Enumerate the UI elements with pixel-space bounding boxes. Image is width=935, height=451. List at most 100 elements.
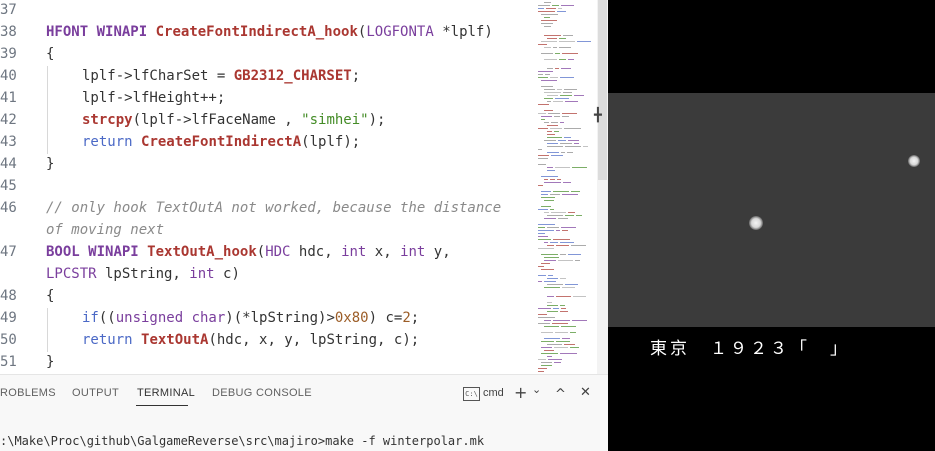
minimap-line bbox=[565, 101, 578, 102]
minimap-line bbox=[554, 131, 559, 132]
minimap-line bbox=[544, 110, 553, 111]
scrollbar-thumb[interactable] bbox=[598, 0, 607, 180]
minimap-line bbox=[552, 5, 559, 6]
minimap-line bbox=[555, 167, 570, 168]
bottom-panel: ROBLEMS OUTPUT TERMINAL DEBUG CONSOLE C:… bbox=[0, 374, 608, 451]
minimap-line bbox=[541, 341, 554, 342]
minimap-line bbox=[541, 80, 557, 81]
minimap-line bbox=[558, 8, 562, 9]
minimap-line bbox=[541, 197, 555, 198]
minimap-line bbox=[547, 344, 562, 345]
minimap-line bbox=[551, 122, 558, 123]
minimap-line bbox=[544, 287, 560, 288]
minimap-line bbox=[541, 119, 545, 120]
minimap-line bbox=[544, 320, 551, 321]
minimap-line bbox=[572, 167, 587, 168]
light-particle bbox=[749, 216, 763, 230]
code-line: LPCSTR lpString, int c) bbox=[46, 266, 240, 282]
tab-output[interactable]: OUTPUT bbox=[72, 387, 119, 399]
minimap[interactable] bbox=[532, 0, 596, 374]
minimap-line bbox=[547, 284, 563, 285]
minimap-line bbox=[558, 140, 566, 141]
minimap-line bbox=[547, 215, 563, 216]
minimap-line bbox=[541, 332, 553, 333]
minimap-line bbox=[574, 143, 579, 144]
tab-terminal[interactable]: TERMINAL bbox=[137, 387, 195, 399]
minimap-line bbox=[547, 170, 555, 171]
minimap-line bbox=[572, 320, 587, 321]
minimap-line bbox=[571, 191, 580, 192]
line-number: 47 bbox=[0, 244, 17, 260]
terminal-icon[interactable]: C:\ bbox=[463, 387, 480, 401]
tab-debug-console[interactable]: DEBUG CONSOLE bbox=[212, 387, 312, 399]
minimap-line bbox=[570, 347, 579, 348]
minimap-line bbox=[548, 359, 562, 360]
minimap-line bbox=[538, 44, 547, 45]
minimap-line bbox=[541, 41, 557, 42]
minimap-line bbox=[568, 59, 574, 60]
minimap-line bbox=[551, 212, 566, 213]
light-particle bbox=[908, 155, 920, 167]
minimap-line bbox=[538, 5, 550, 6]
minimap-line bbox=[544, 122, 549, 123]
minimap-line bbox=[567, 152, 573, 153]
minimap-line bbox=[538, 164, 546, 165]
line-number: 43 bbox=[0, 134, 17, 150]
terminal-output-line[interactable]: :\Make\Proc\github\GalgameReverse\src\ma… bbox=[0, 434, 484, 448]
tab-problems[interactable]: ROBLEMS bbox=[0, 387, 56, 399]
minimap-line bbox=[560, 278, 566, 279]
minimap-line bbox=[544, 338, 560, 339]
minimap-line bbox=[547, 278, 558, 279]
minimap-line bbox=[541, 269, 554, 270]
minimap-line bbox=[556, 296, 571, 297]
maximize-panel-icon[interactable]: ^ bbox=[555, 387, 566, 402]
minimap-line bbox=[561, 326, 576, 327]
minimap-line bbox=[547, 95, 558, 96]
line-number: 40 bbox=[0, 68, 17, 84]
chevron-down-icon[interactable]: ⌄ bbox=[532, 383, 541, 396]
code-editor[interactable]: 37 38 39 40 41 42 43 44 45 46 47 48 49 5… bbox=[0, 0, 608, 374]
line-number: 45 bbox=[0, 178, 17, 194]
minimap-line bbox=[576, 215, 582, 216]
minimap-line bbox=[544, 242, 548, 243]
game-window[interactable]: 東京 １９２３「 」 bbox=[608, 0, 935, 450]
minimap-line bbox=[544, 200, 554, 201]
minimap-line bbox=[547, 152, 559, 153]
minimap-line bbox=[550, 194, 560, 195]
code-line: { bbox=[46, 46, 55, 62]
minimap-line bbox=[555, 332, 568, 333]
resize-cursor-icon: ╋ bbox=[594, 108, 602, 123]
add-terminal-icon[interactable]: + bbox=[514, 383, 527, 402]
minimap-line bbox=[561, 152, 565, 153]
code-line: { bbox=[46, 288, 55, 304]
minimap-line bbox=[544, 2, 551, 3]
code-line: } bbox=[46, 156, 55, 172]
minimap-line bbox=[553, 47, 557, 48]
active-tab-indicator bbox=[136, 405, 188, 406]
code-line: } bbox=[46, 354, 55, 370]
minimap-line bbox=[560, 242, 574, 243]
line-number: 41 bbox=[0, 90, 17, 106]
minimap-line bbox=[538, 281, 542, 282]
minimap-line bbox=[545, 74, 550, 75]
minimap-line bbox=[562, 230, 568, 231]
terminal-name[interactable]: cmd bbox=[483, 387, 504, 399]
minimap-line bbox=[538, 239, 551, 240]
minimap-line bbox=[538, 308, 551, 309]
minimap-line bbox=[544, 212, 549, 213]
minimap-line bbox=[554, 362, 561, 363]
minimap-line bbox=[538, 233, 545, 234]
minimap-line bbox=[553, 308, 559, 309]
minimap-line bbox=[565, 215, 574, 216]
vertical-scrollbar[interactable] bbox=[597, 0, 608, 374]
minimap-line bbox=[538, 359, 546, 360]
line-number: 48 bbox=[0, 288, 17, 304]
minimap-line bbox=[544, 281, 556, 282]
minimap-line bbox=[544, 218, 556, 219]
minimap-line bbox=[547, 311, 558, 312]
minimap-line bbox=[538, 155, 549, 156]
minimap-line bbox=[538, 104, 549, 105]
close-icon[interactable]: ✕ bbox=[580, 385, 591, 400]
minimap-line bbox=[560, 143, 572, 144]
minimap-line bbox=[568, 140, 579, 141]
